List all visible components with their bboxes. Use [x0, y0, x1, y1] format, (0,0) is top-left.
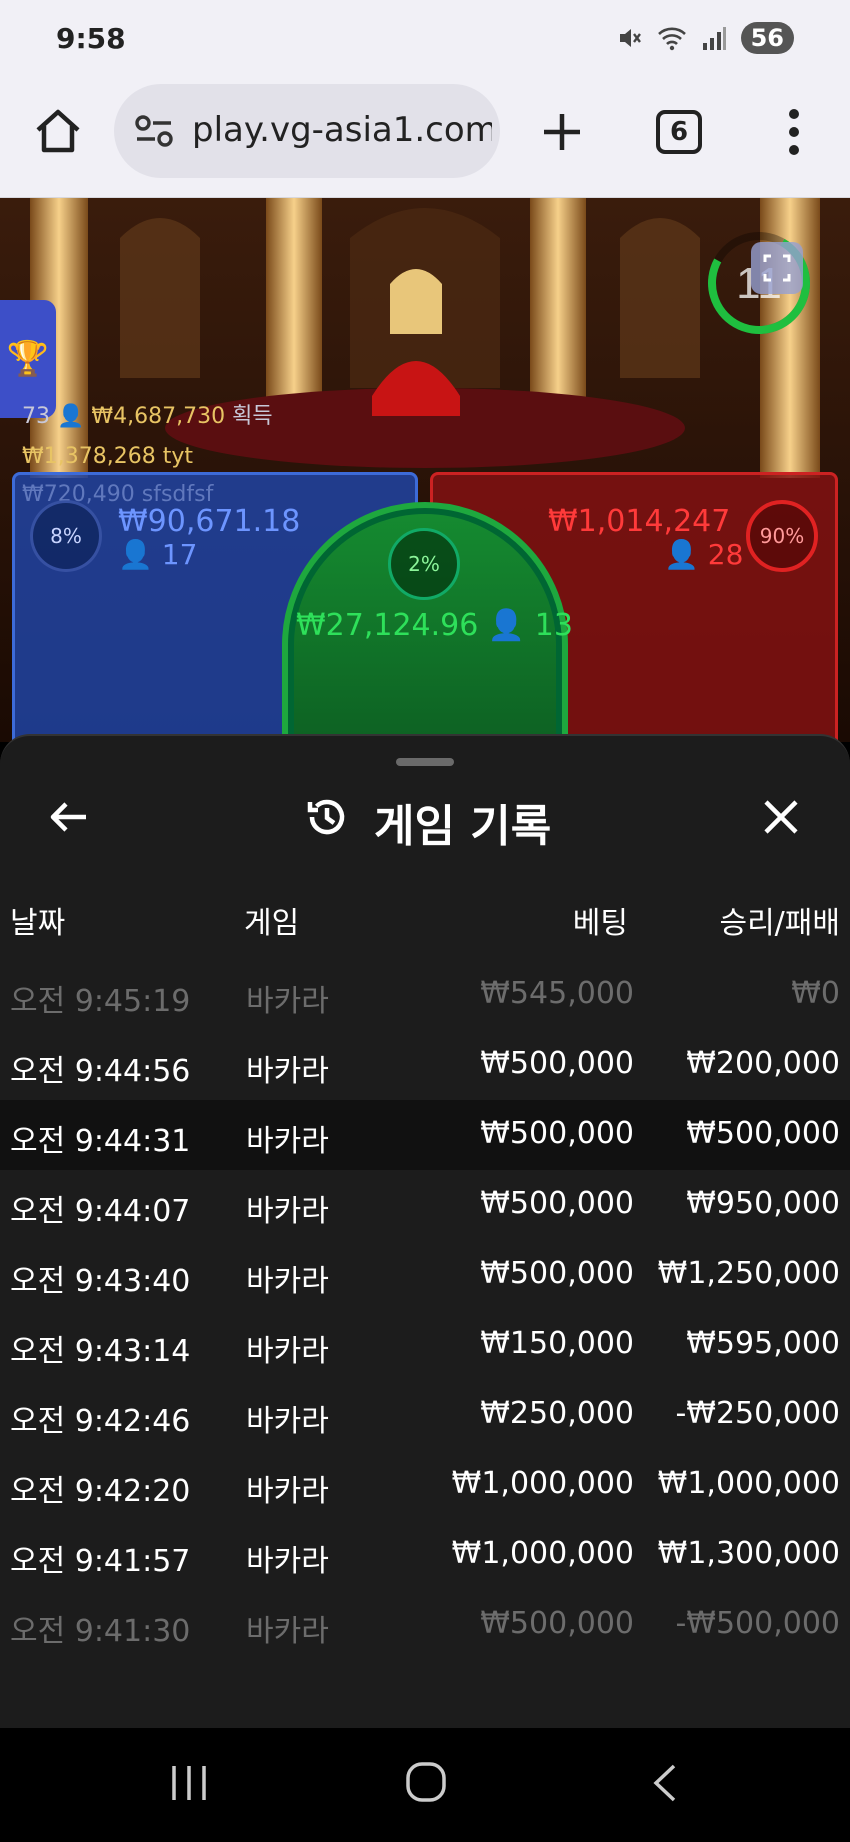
history-row[interactable]: 오전 9:44:31 바카라 ₩500,000 ₩500,000: [0, 1100, 850, 1170]
history-row[interactable]: 오전 9:44:56 바카라 ₩500,000 ₩200,000: [0, 1030, 850, 1100]
player-percent: 8%: [30, 500, 102, 572]
close-icon[interactable]: [758, 794, 804, 840]
live-game-view: 🏆 11 73 👤 ₩4,687,730 획득 ₩1,378,268 tyt ₩…: [0, 198, 850, 742]
wifi-icon: [657, 27, 686, 51]
players-count: 73: [22, 404, 50, 429]
status-icons: 56: [617, 22, 794, 54]
url-text: play.vg-asia1.com: [192, 110, 492, 150]
recent-win-stat: ₩1,378,268 tyt: [22, 444, 193, 469]
history-row[interactable]: 오전 9:44:07 바카라 ₩500,000 ₩950,000: [0, 1170, 850, 1240]
person-icon: 👤: [57, 404, 85, 429]
status-bar: 9:58 56: [0, 0, 850, 80]
tab-switcher-button[interactable]: 6: [656, 110, 702, 154]
recent-apps-icon[interactable]: [168, 1762, 210, 1804]
tie-bet-summary: ₩27,124.96 👤 13: [296, 608, 573, 643]
sheet-drag-handle[interactable]: [396, 758, 454, 766]
game-history-sheet: 게임 기록 날짜 게임 베팅 승리/패배 오전 9:45:19 바카라 ₩545,0…: [0, 734, 850, 1728]
history-row[interactable]: 오전 9:41:30 바카라 ₩500,000 -₩500,000: [0, 1590, 850, 1660]
fullscreen-expand-icon[interactable]: [751, 242, 803, 294]
players-stat: 73 👤 ₩4,687,730 획득: [22, 398, 273, 430]
history-row[interactable]: 오전 9:41:57 바카라 ₩1,000,000 ₩1,300,000: [0, 1520, 850, 1590]
banker-percent: 90%: [746, 500, 818, 572]
site-settings-icon[interactable]: [134, 114, 174, 148]
new-tab-plus-icon[interactable]: [536, 104, 588, 160]
browser-toolbar: play.vg-asia1.com 6: [0, 80, 850, 198]
battery-indicator: 56: [740, 22, 794, 54]
column-header-game: 게임: [244, 906, 300, 941]
history-row[interactable]: 오전 9:43:40 바카라 ₩500,000 ₩1,250,000: [0, 1240, 850, 1310]
column-header-result: 승리/패배: [719, 906, 840, 941]
column-header-date: 날짜: [10, 906, 66, 941]
banker-bettor-count: 👤 28: [664, 538, 744, 571]
mute-icon: [619, 29, 641, 47]
recent-win-user: tyt: [162, 444, 193, 469]
nav-back-icon[interactable]: [652, 1762, 678, 1804]
history-row[interactable]: 오전 9:43:14 바카라 ₩150,000 ₩595,000: [0, 1310, 850, 1380]
signal-icon: [702, 27, 726, 50]
nav-home-icon[interactable]: [404, 1760, 448, 1804]
player-bettor-count: 👤 17: [118, 538, 198, 571]
history-row[interactable]: 오전 9:42:46 바카라 ₩250,000 -₩250,000: [0, 1380, 850, 1450]
history-row[interactable]: 오전 9:45:19 바카라 ₩545,000 ₩0: [0, 960, 850, 1030]
total-win-suffix: 획득: [232, 404, 273, 429]
trophy-icon: 🏆: [6, 339, 50, 379]
more-menu-icon[interactable]: [776, 104, 812, 160]
recent-win-amount: ₩1,378,268: [22, 444, 156, 469]
history-list: 오전 9:45:19 바카라 ₩545,000 ₩0 오전 9:44:56 바카라 ₩50…: [0, 960, 850, 1660]
sheet-title: 게임 기록: [374, 801, 552, 852]
status-time: 9:58: [56, 22, 126, 55]
banker-bet-amount: ₩1,014,247: [548, 504, 731, 539]
tie-percent: 2%: [388, 528, 460, 600]
total-win-amount: ₩4,687,730: [91, 404, 226, 429]
back-arrow-icon[interactable]: [46, 794, 92, 840]
home-icon[interactable]: [30, 104, 86, 160]
address-bar[interactable]: play.vg-asia1.com: [114, 84, 500, 178]
column-header-bet: 베팅: [572, 906, 628, 941]
player-bet-amount: ₩90,671.18: [118, 504, 301, 539]
history-clock-icon: [307, 799, 345, 835]
history-row[interactable]: 오전 9:42:20 바카라 ₩1,000,000 ₩1,000,000: [0, 1450, 850, 1520]
system-navigation-bar: [0, 1728, 850, 1842]
